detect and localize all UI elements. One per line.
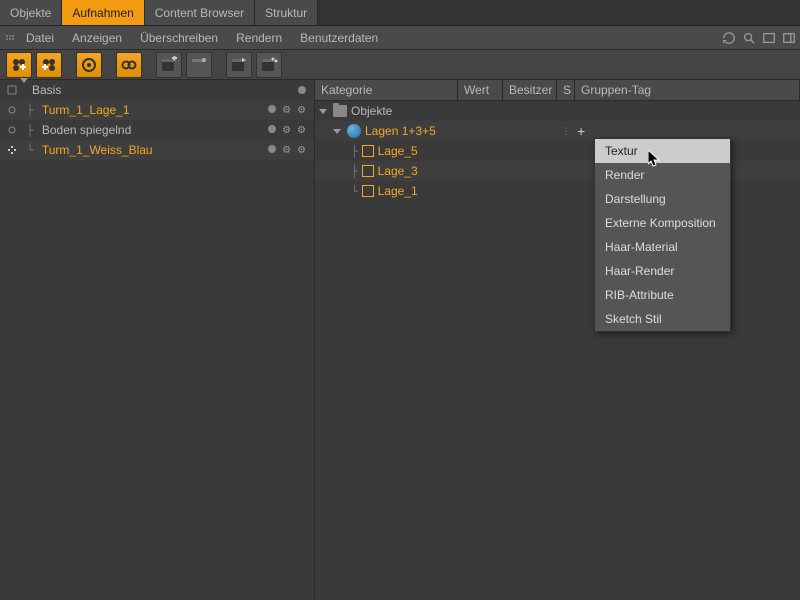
ctx-rib-attribute[interactable]: RIB-Attribute — [595, 283, 730, 307]
menu-datei[interactable]: Datei — [18, 28, 62, 48]
ctx-textur[interactable]: Textur — [595, 139, 730, 163]
menubar: Datei Anzeigen Überschreiben Rendern Ben… — [0, 26, 800, 50]
tab-struktur[interactable]: Struktur — [255, 0, 318, 25]
branch-icon: └ — [20, 144, 40, 157]
expand-icon[interactable] — [319, 109, 327, 114]
tree-item-label: Turm_1_Weiss_Blau — [40, 143, 234, 157]
gear-icon[interactable]: ⚙ — [297, 145, 306, 156]
dot-icon — [268, 145, 276, 153]
clap-multi-button[interactable] — [256, 52, 282, 78]
gear-icon[interactable]: ⚙ — [282, 145, 291, 156]
toolbar — [0, 50, 800, 80]
col-gruppen-tag[interactable]: Gruppen-Tag — [575, 80, 800, 100]
category-root[interactable]: Objekte — [315, 101, 800, 121]
menu-anzeigen[interactable]: Anzeigen — [64, 28, 130, 48]
col-kategorie[interactable]: Kategorie — [315, 80, 458, 100]
dot-icon — [268, 125, 276, 133]
col-wert[interactable]: Wert — [458, 80, 503, 100]
gear-icon[interactable]: ⚙ — [282, 105, 291, 116]
col-s[interactable]: S — [557, 80, 575, 100]
ctx-darstellung[interactable]: Darstellung — [595, 187, 730, 211]
tree-item-label: Turm_1_Lage_1 — [40, 103, 234, 117]
dot-icon — [298, 86, 306, 94]
tree-item[interactable]: └ Turm_1_Weiss_Blau ⚙ ⚙ — [0, 140, 314, 160]
category-label: Lage_1 — [378, 184, 418, 198]
category-label: Lage_3 — [378, 164, 418, 178]
layer-icon — [362, 165, 374, 177]
tree-item[interactable]: ├ Turm_1_Lage_1 ⚙ ⚙ — [0, 100, 314, 120]
expand-icon[interactable] — [333, 129, 341, 134]
ctx-externe-komposition[interactable]: Externe Komposition — [595, 211, 730, 235]
link-button[interactable] — [116, 52, 142, 78]
take-add-right-button[interactable] — [36, 52, 62, 78]
ctx-haar-render[interactable]: Haar-Render — [595, 259, 730, 283]
folder-icon — [333, 105, 347, 117]
expand-icon[interactable] — [20, 83, 30, 97]
gear-icon[interactable]: ⚙ — [297, 125, 306, 136]
ctx-render[interactable]: Render — [595, 163, 730, 187]
clap-dots-button[interactable] — [186, 52, 212, 78]
tab-content-browser[interactable]: Content Browser — [145, 0, 255, 25]
branch-icon: ├ — [20, 104, 40, 117]
gear-icon[interactable]: ⚙ — [297, 105, 306, 116]
column-header: Kategorie Wert Besitzer S Gruppen-Tag — [315, 80, 800, 101]
clap-arrow-button[interactable] — [226, 52, 252, 78]
tree-item-label: Boden spiegelnd — [40, 123, 234, 137]
branch-icon: ├ — [20, 124, 40, 137]
tree-root-label: Basis — [30, 83, 234, 97]
menu-benutzerdaten[interactable]: Benutzerdaten — [292, 28, 386, 48]
category-label: Lage_5 — [378, 144, 418, 158]
category-label: Lagen 1+3+5 — [365, 124, 436, 138]
handle-icon[interactable]: ⋮ — [562, 129, 571, 133]
category-label: Objekte — [351, 104, 392, 118]
window-icon[interactable] — [762, 31, 776, 45]
grip-icon — [4, 33, 16, 42]
tab-aufnahmen[interactable]: Aufnahmen — [62, 0, 144, 25]
tab-objekte[interactable]: Objekte — [0, 0, 62, 25]
menu-rendern[interactable]: Rendern — [228, 28, 290, 48]
clap-plus-button[interactable] — [156, 52, 182, 78]
render-icon — [347, 124, 361, 138]
add-tag-button[interactable]: + — [577, 123, 585, 139]
panel-icon[interactable] — [782, 31, 796, 45]
dot-icon — [268, 105, 276, 113]
loop-icon[interactable] — [722, 31, 736, 45]
visibility-icon[interactable] — [4, 85, 20, 95]
context-menu: Textur Render Darstellung Externe Kompos… — [594, 138, 731, 332]
tree-item[interactable]: ├ Boden spiegelnd ⚙ ⚙ — [0, 120, 314, 140]
col-besitzer[interactable]: Besitzer — [503, 80, 557, 100]
visibility-icon[interactable] — [4, 105, 20, 115]
top-tabs: Objekte Aufnahmen Content Browser Strukt… — [0, 0, 800, 26]
ctx-sketch-stil[interactable]: Sketch Stil — [595, 307, 730, 331]
left-tree-panel: Basis ├ Turm_1_Lage_1 ⚙ ⚙ ├ Boden spiegel… — [0, 80, 315, 600]
gear-icon[interactable]: ⚙ — [282, 125, 291, 136]
layer-icon — [362, 145, 374, 157]
visibility-icon[interactable] — [4, 125, 20, 135]
take-add-left-button[interactable] — [6, 52, 32, 78]
ctx-haar-material[interactable]: Haar-Material — [595, 235, 730, 259]
tree-root[interactable]: Basis — [0, 80, 314, 100]
visibility-icon[interactable] — [4, 145, 20, 155]
layer-icon — [362, 185, 374, 197]
search-icon[interactable] — [742, 31, 756, 45]
menu-ueberschreiben[interactable]: Überschreiben — [132, 28, 226, 48]
target-button[interactable] — [76, 52, 102, 78]
